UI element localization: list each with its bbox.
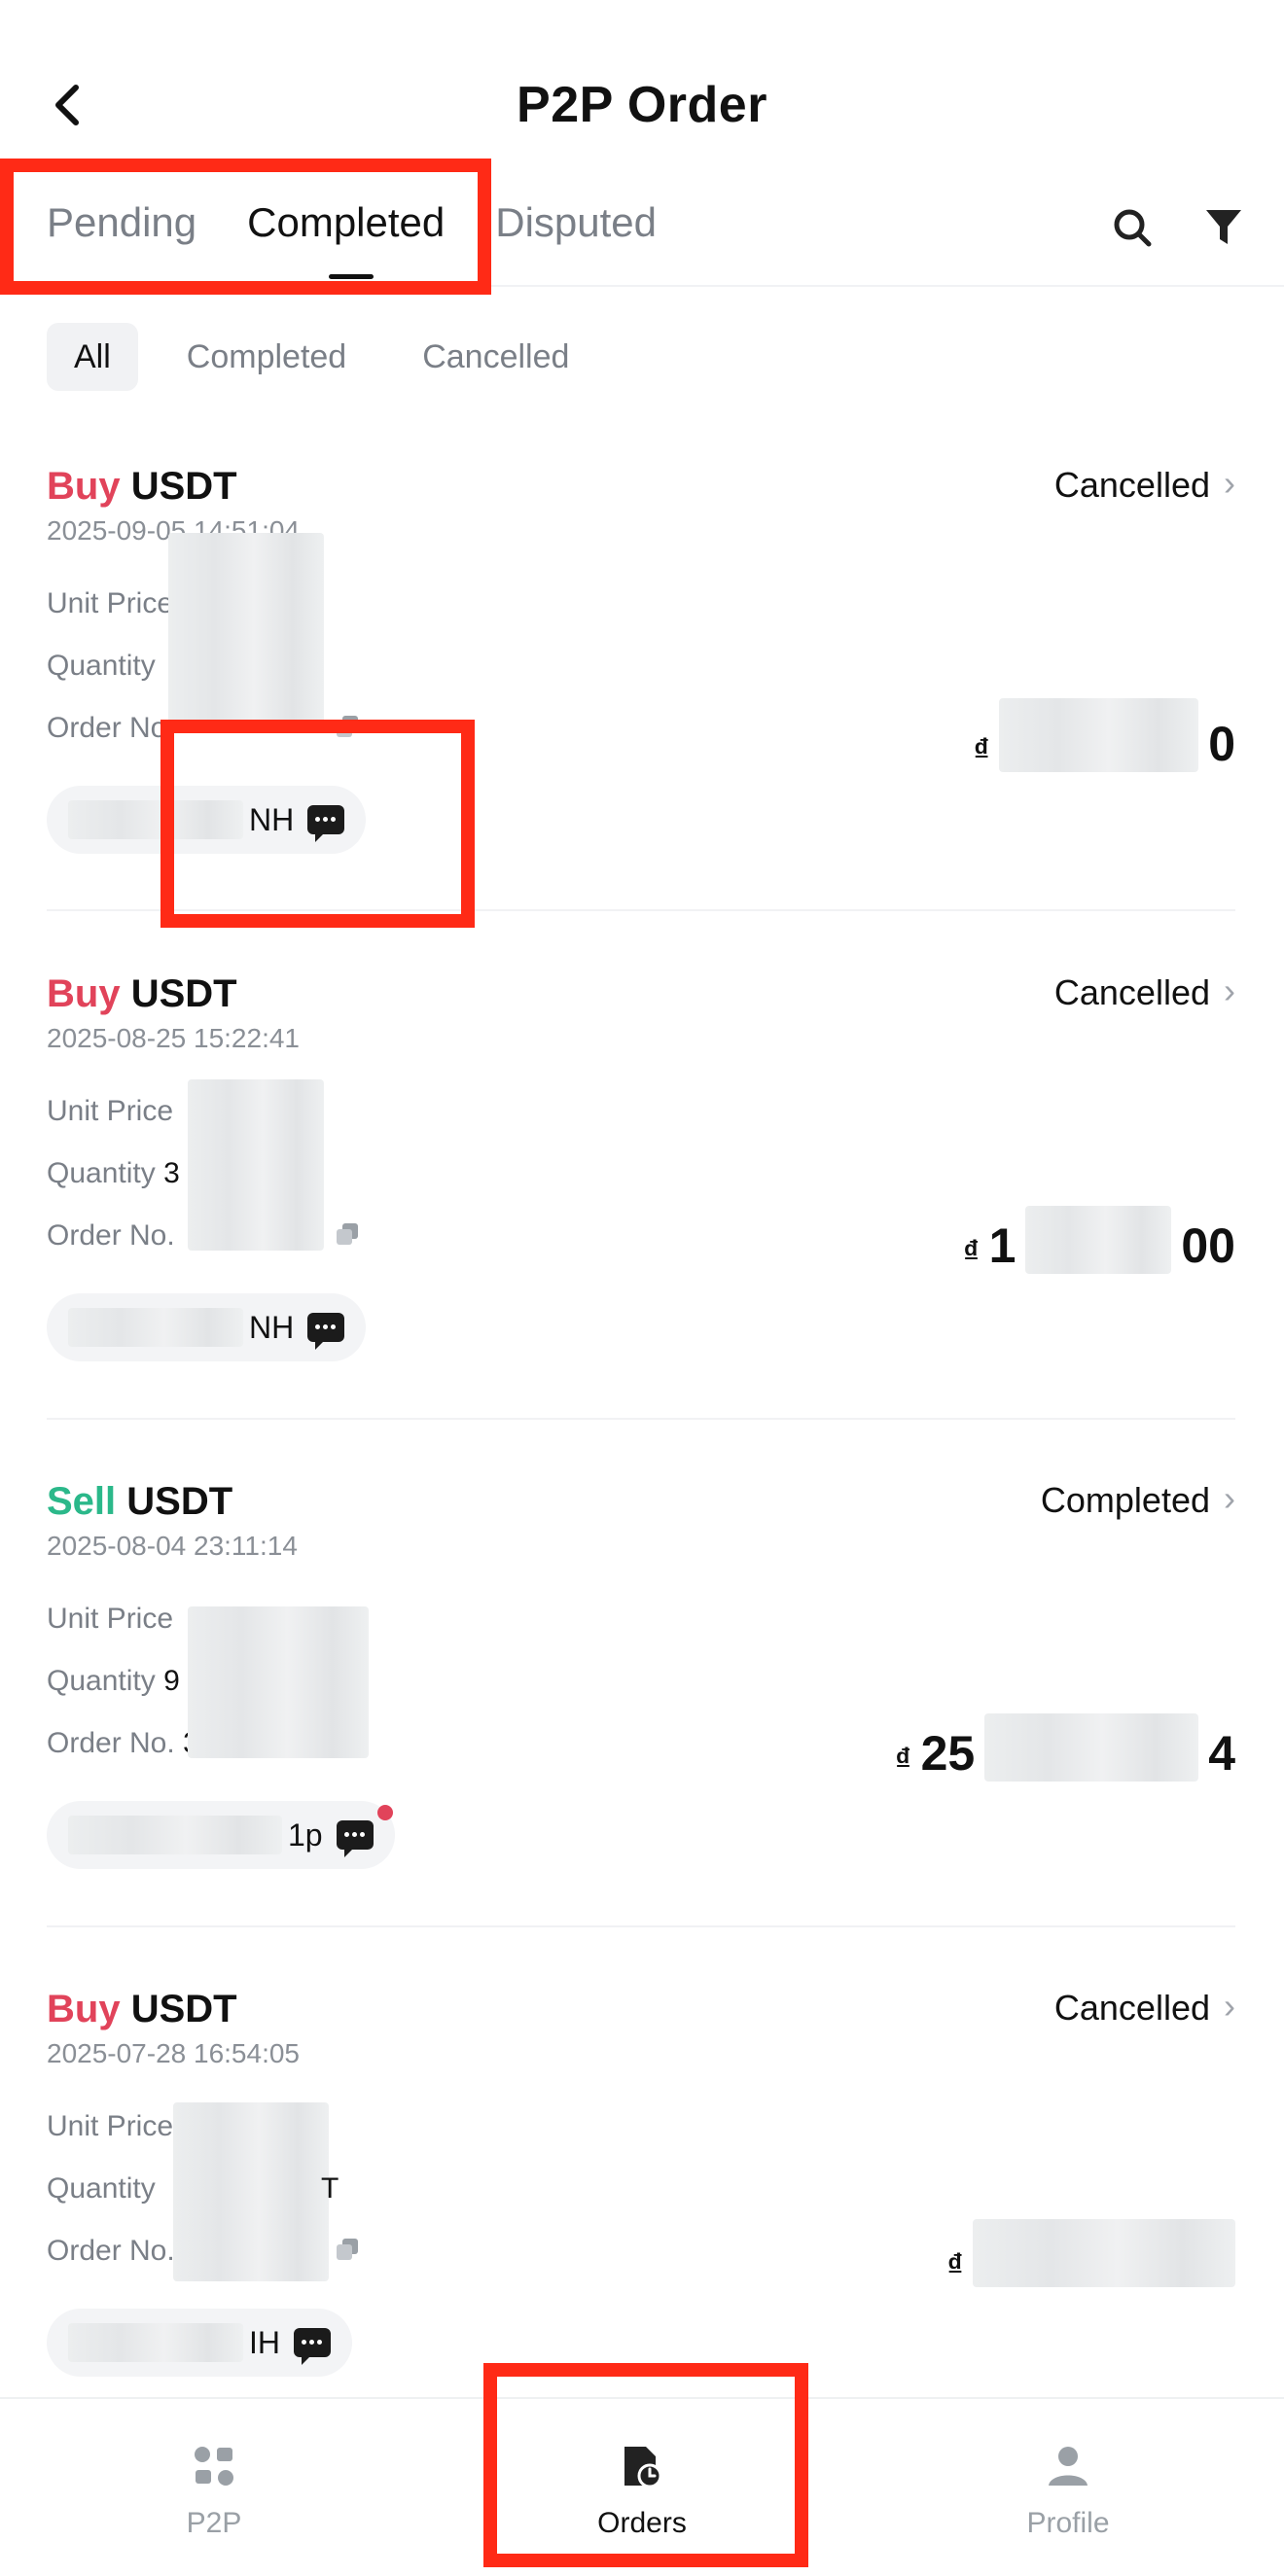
merchant-name: IH — [249, 2324, 280, 2360]
order-divider — [47, 1418, 1235, 1420]
order-time: 2025-08-25 15:22:41 — [47, 1023, 300, 1053]
order-side: Buy — [47, 465, 121, 508]
order-no-label: Order No. — [47, 2235, 175, 2267]
unit-price-label: Unit Price — [47, 1603, 174, 1635]
order-time: 2025-08-04 23:11:14 — [47, 1531, 298, 1561]
merchant-name: NH — [249, 1309, 295, 1345]
order-status[interactable]: Completed › — [1041, 1478, 1235, 1521]
chevron-right-icon: › — [1224, 1986, 1235, 2026]
order-title: Buy USDT — [47, 465, 237, 509]
chat-icon[interactable] — [336, 1820, 374, 1857]
nav-profile[interactable]: Profile — [961, 2443, 1175, 2540]
order-time: 2025-07-28 16:54:05 — [47, 2038, 300, 2068]
search-icon — [1114, 209, 1152, 247]
order-asset: USDT — [130, 1988, 237, 2030]
annotation-box-tabs — [0, 159, 491, 295]
copy-icon[interactable] — [335, 2237, 360, 2262]
page-title: P2P Order — [517, 77, 767, 133]
redacted-values — [188, 1606, 369, 1758]
order-title: Buy USDT — [47, 1988, 237, 2031]
redacted-values — [173, 2102, 329, 2281]
profile-icon — [1049, 2447, 1088, 2486]
unit-price-label: Unit Price — [47, 1095, 174, 1127]
redacted-values — [188, 1079, 324, 1251]
order-title: Sell USDT — [47, 1480, 232, 1524]
order-amount: ₫ 25 4 — [895, 1713, 1235, 1782]
chevron-right-icon: › — [1224, 1478, 1235, 1518]
order-status[interactable]: Cancelled › — [1054, 463, 1235, 506]
order-card[interactable]: Buy USDT 2025-07-28 16:54:05 Cancelled › … — [47, 1986, 1235, 2396]
p2p-icon — [195, 2447, 233, 2486]
order-no-label: Order No. 3 — [47, 1727, 199, 1759]
order-amount: ₫ 1 00 — [963, 1206, 1235, 1274]
merchant-chip[interactable]: 1p — [47, 1801, 395, 1869]
quantity-visible: T — [321, 2172, 339, 2205]
order-status[interactable]: Cancelled › — [1054, 1986, 1235, 2029]
order-status[interactable]: Cancelled › — [1054, 970, 1235, 1013]
order-title: Buy USDT — [47, 972, 237, 1016]
order-no-label: Order No. — [47, 712, 175, 744]
merchant-name: 1p — [288, 1817, 323, 1853]
chip-completed[interactable]: Completed — [160, 323, 374, 391]
unit-price-label: Unit Price — [47, 2110, 174, 2142]
order-asset: USDT — [126, 1480, 233, 1523]
order-amount: ₫ 0 — [974, 698, 1235, 772]
unread-badge — [376, 1805, 393, 1820]
search-button[interactable] — [1107, 202, 1158, 253]
copy-icon[interactable] — [335, 1221, 360, 1247]
redacted-values — [168, 533, 324, 723]
annotation-box-orders — [483, 2363, 808, 2567]
order-side: Sell — [47, 1480, 117, 1523]
order-asset: USDT — [130, 465, 237, 508]
quantity-label: Quantity 3 — [47, 1157, 180, 1189]
quantity-label: Quantity — [47, 650, 156, 682]
chat-icon[interactable] — [307, 1313, 345, 1350]
order-asset: USDT — [130, 972, 237, 1015]
nav-p2p[interactable]: P2P — [107, 2443, 321, 2540]
filter-button[interactable] — [1198, 202, 1249, 253]
merchant-chip[interactable]: IH — [47, 2309, 352, 2377]
order-side: Buy — [47, 1988, 121, 2030]
chip-cancelled[interactable]: Cancelled — [395, 323, 596, 391]
order-card[interactable]: Sell USDT 2025-08-04 23:11:14 Completed ›… — [47, 1478, 1235, 1908]
quantity-label: Quantity — [47, 2172, 156, 2205]
order-amount: ₫ — [947, 2219, 1235, 2287]
filter-icon — [1206, 210, 1241, 244]
chip-all[interactable]: All — [47, 323, 138, 391]
tab-disputed[interactable]: Disputed — [495, 199, 657, 258]
chat-icon[interactable] — [294, 2328, 331, 2365]
quantity-label: Quantity 9 — [47, 1665, 180, 1697]
order-side: Buy — [47, 972, 121, 1015]
unit-price-label: Unit Price — [47, 587, 174, 619]
status-filter-chips: All Completed Cancelled — [47, 323, 596, 391]
order-divider — [47, 1925, 1235, 1927]
annotation-box-merchant — [160, 720, 475, 928]
nav-label: Profile — [1026, 2507, 1110, 2539]
order-card[interactable]: Buy USDT 2025-08-25 15:22:41 Cancelled › … — [47, 970, 1235, 1400]
chevron-right-icon: › — [1224, 970, 1235, 1010]
order-no-label: Order No. — [47, 1219, 175, 1252]
nav-label: P2P — [186, 2507, 242, 2539]
chevron-right-icon: › — [1224, 463, 1235, 503]
merchant-chip[interactable]: NH — [47, 1293, 367, 1361]
